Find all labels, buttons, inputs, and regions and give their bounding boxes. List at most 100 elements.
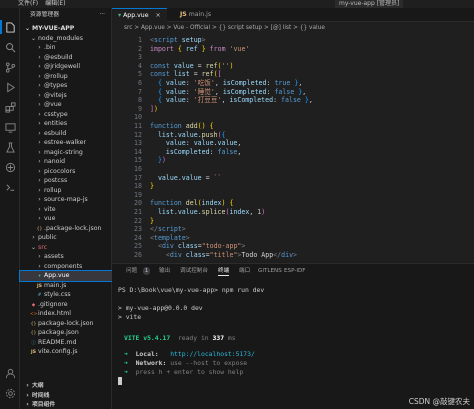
docker-icon[interactable] (4, 162, 16, 174)
code-line[interactable]: { value: '打豆豆', isCompleted: false }, (150, 95, 313, 105)
tree-item-label: entities (44, 120, 68, 127)
project-root[interactable]: ⌄ MY-VUE-APP (20, 24, 112, 34)
breadcrumb[interactable]: src > App.vue > Vue - Official > {} scri… (112, 23, 474, 33)
more-actions-icon[interactable]: ··· (99, 8, 105, 22)
tree-file[interactable]: JS vite.config.js (20, 347, 112, 357)
tab-app-vue[interactable]: ▾ App.vue × (112, 8, 167, 22)
ms-unit: ms (227, 334, 236, 342)
tree-file[interactable]: {} package.json (20, 328, 112, 338)
tree-folder[interactable]: ⌄ node_modules (20, 34, 112, 44)
chevron-right-icon: › (38, 82, 41, 89)
local-url[interactable]: http://localhost:5173/ (170, 350, 255, 358)
tree-item-label: @rollup (44, 72, 68, 80)
chevron-right-icon: › (38, 72, 41, 80)
tree-folder[interactable]: › entities (20, 119, 112, 129)
sidebar-bottom-sections: › 大纲 › 时间线 › 项目组件 (20, 381, 112, 409)
tab-main-js[interactable]: JS main.js (174, 8, 217, 22)
code-line[interactable]: <div class="title">Todo App</div> (150, 250, 297, 260)
tree-file[interactable]: ⓘ README.md (20, 338, 112, 348)
code-line[interactable]: value.value = `` (150, 173, 222, 183)
window-title: my-vue-app [管理员] (335, 0, 404, 8)
tree-folder[interactable]: › assets (20, 252, 112, 262)
tree-item-label: @jridgewell (44, 63, 81, 70)
network-label: Network: (135, 359, 167, 367)
tree-file[interactable]: # style.css (20, 290, 112, 300)
timeline-section[interactable]: › 时间线 (20, 391, 112, 401)
tree-folder[interactable]: › vite (20, 205, 112, 215)
account-icon[interactable] (4, 368, 16, 380)
tab-gitlens[interactable]: GITLENS (258, 264, 282, 278)
settings-icon[interactable] (4, 388, 16, 400)
terminal-cursor (118, 377, 122, 385)
tree-folder[interactable]: › estree-walker (20, 138, 112, 148)
tree-folder[interactable]: ⌄ src (20, 243, 112, 253)
tree-item-label: .gitignore (38, 300, 68, 308)
chevron-right-icon: › (38, 186, 41, 194)
tree-file[interactable]: ▾ App.vue (19, 270, 113, 282)
tree-file[interactable]: JS main.js (20, 281, 112, 291)
tree-folder[interactable]: › .bin (20, 43, 112, 53)
tree-folder[interactable]: › components (20, 262, 112, 272)
tree-file[interactable]: {} package-lock.json (20, 319, 112, 329)
tree-folder[interactable]: › @esbuild (20, 53, 112, 63)
close-icon[interactable]: × (156, 12, 161, 19)
code-line[interactable]: } (150, 181, 154, 191)
code-line[interactable]: import { ref } from 'vue' (150, 44, 249, 54)
vue-file-icon: ▾ (118, 12, 122, 19)
js-file-icon: JS (31, 350, 36, 355)
code-line[interactable]: ]) (150, 104, 158, 114)
tree-folder[interactable]: › rollup (20, 186, 112, 196)
tree-folder[interactable]: › nanoid (20, 157, 112, 167)
tree-folder[interactable]: › public (20, 233, 112, 243)
project-components-section[interactable]: › 项目组件 (20, 400, 112, 409)
chevron-right-icon: › (38, 167, 41, 175)
tree-folder[interactable]: › csstype (20, 110, 112, 120)
tree-item-label: source-map-js (44, 196, 88, 203)
code-line[interactable]: }) (150, 155, 166, 165)
tree-folder[interactable]: › @vitejs (20, 91, 112, 101)
tab-problems[interactable]: 问题 (126, 264, 137, 278)
tree-file[interactable]: <>index.html (20, 309, 112, 319)
tab-debug-console[interactable]: 调试控制台 (180, 264, 208, 278)
chevron-right-icon: › (38, 120, 41, 127)
chevron-right-icon: › (26, 401, 29, 408)
testing-icon[interactable] (4, 142, 16, 154)
tab-esp-idf[interactable]: ESP-IDF (284, 264, 306, 278)
tree-item-label: rollup (44, 186, 62, 194)
tree-folder[interactable]: › @types (20, 81, 112, 91)
tree-folder[interactable]: › @jridgewell (20, 62, 112, 72)
tree-folder[interactable]: › postcss (20, 176, 112, 186)
terminal-icon[interactable] (4, 182, 16, 194)
code-line[interactable]: list.value.splice(index, 1) (150, 207, 265, 217)
tree-file[interactable]: {} .package-lock.json (20, 224, 112, 234)
tab-ports[interactable]: 端口 (239, 264, 250, 278)
tree-folder[interactable]: › picocolors (20, 167, 112, 177)
outline-section[interactable]: › 大纲 (20, 381, 112, 391)
tree-folder[interactable]: › source-map-js (20, 195, 112, 205)
tree-folder[interactable]: › esbuild (20, 129, 112, 139)
extensions-icon[interactable] (4, 102, 16, 114)
menu-file[interactable]: 文件(F) (18, 0, 38, 7)
tree-folder[interactable]: › vue (20, 214, 112, 224)
tree-item-label: .package-lock.json (44, 224, 102, 232)
tab-output[interactable]: 输出 (159, 264, 170, 278)
terminal-prompt: PS D:\Book\vue\my-vue-app> npm run dev (118, 286, 265, 294)
chevron-right-icon: › (38, 129, 41, 137)
tree-file[interactable]: ◆ .gitignore (20, 300, 112, 310)
tree-folder[interactable]: › @vue (20, 100, 112, 110)
tree-item-label: .bin (44, 44, 56, 51)
chevron-right-icon: › (38, 205, 41, 213)
remote-explorer-icon[interactable] (4, 122, 16, 134)
source-control-icon[interactable] (4, 62, 16, 74)
menu-edit[interactable]: 编辑(E) (45, 0, 65, 7)
tree-item-label: postcss (44, 177, 68, 184)
code-editor[interactable]: 1 <script setup> 2 import { ref } from 'vue… (112, 33, 474, 261)
tab-terminal[interactable]: 终端 (218, 264, 230, 276)
run-debug-icon[interactable] (4, 82, 16, 94)
tree-folder[interactable]: › @rollup (20, 72, 112, 82)
search-icon[interactable] (4, 42, 16, 54)
help-text: press h + enter to show help (135, 368, 244, 376)
tree-item-label: csstype (44, 110, 68, 118)
files-icon[interactable] (4, 22, 16, 34)
tree-folder[interactable]: › magic-string (20, 148, 112, 158)
